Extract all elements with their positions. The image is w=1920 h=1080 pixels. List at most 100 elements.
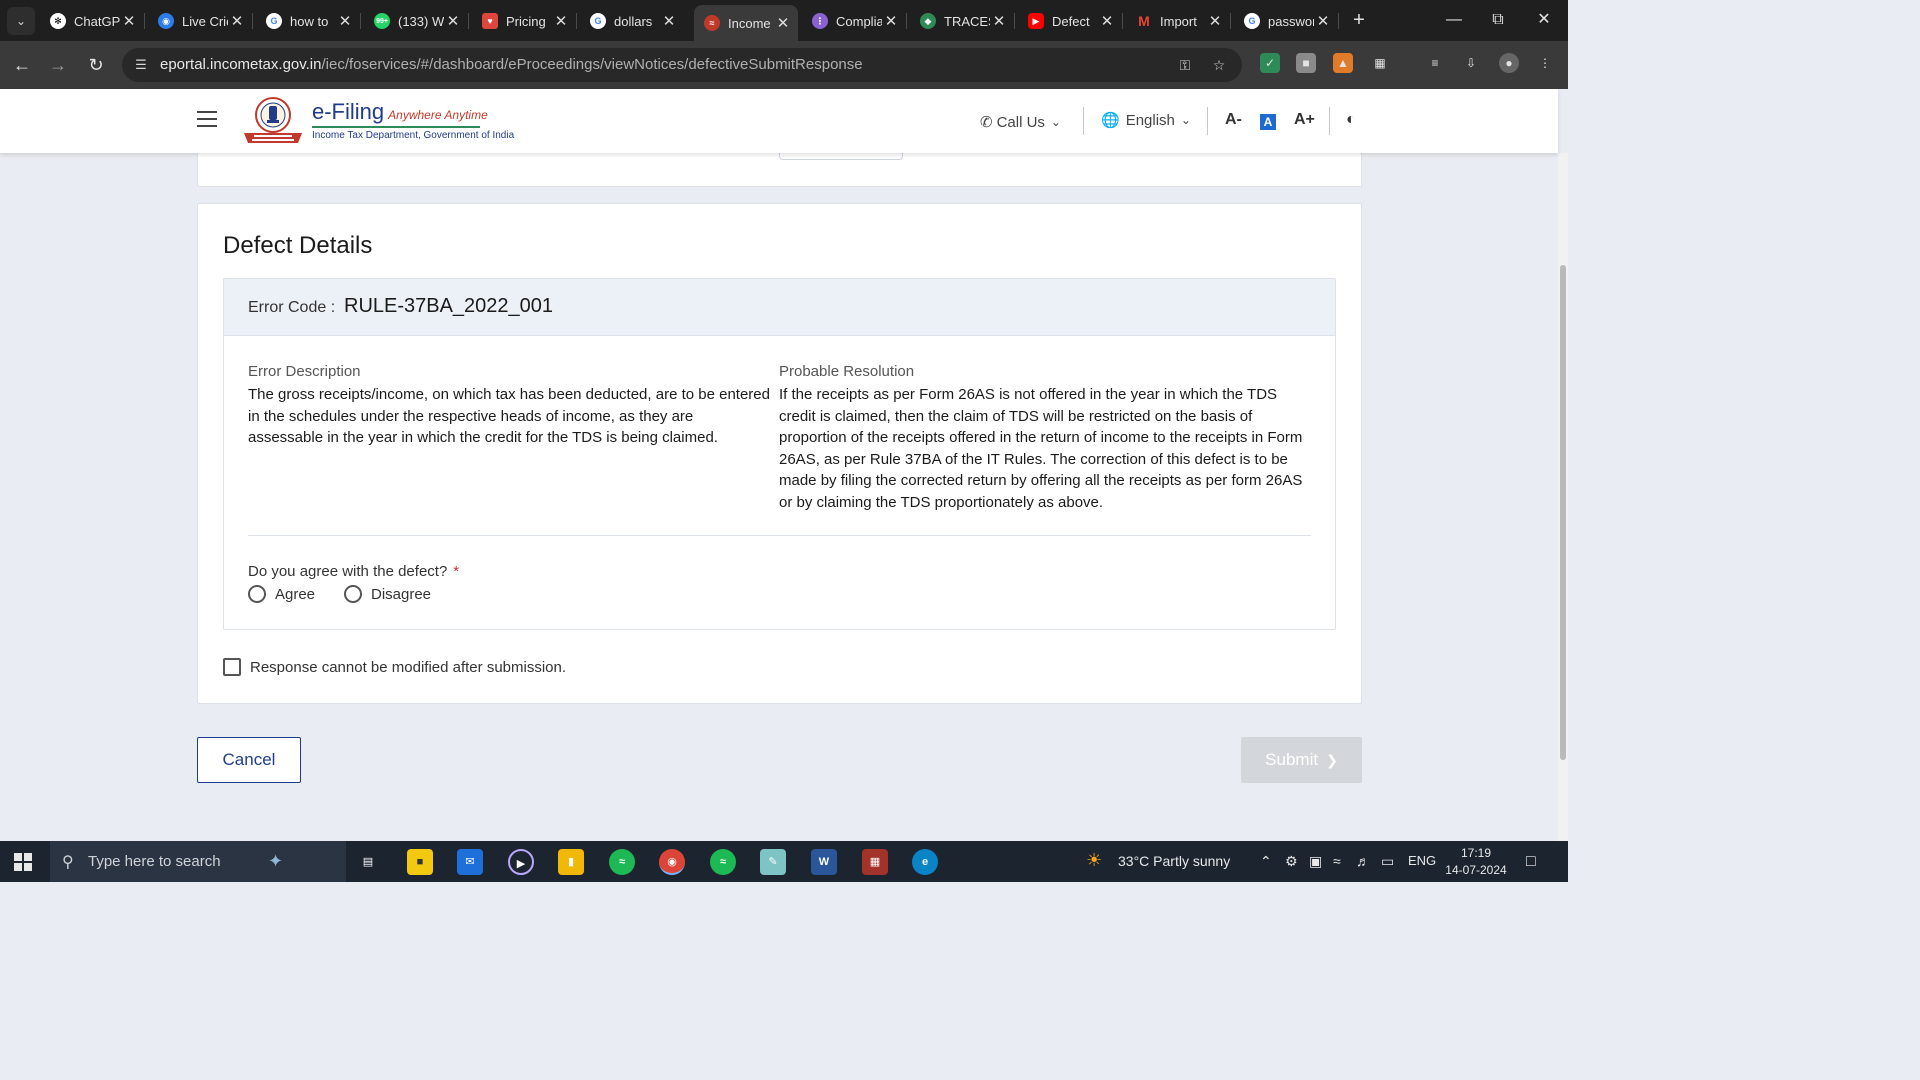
mail-icon[interactable]: ✉ bbox=[457, 849, 483, 875]
tab-close-icon[interactable]: ✕ bbox=[1098, 12, 1116, 30]
efiling-brand[interactable]: e-Filing Anywhere Anytime Income Tax Depa… bbox=[312, 99, 514, 141]
taskbar-clock[interactable]: 17:19 14-07-2024 bbox=[1440, 845, 1512, 879]
volume-icon[interactable]: ♬ bbox=[1356, 853, 1370, 869]
browser-menu-icon[interactable]: ⋮ bbox=[1535, 53, 1555, 73]
adblock-shield-icon[interactable]: ✓ bbox=[1260, 53, 1280, 73]
back-arrow-icon[interactable]: ← bbox=[10, 53, 34, 77]
window-close-icon[interactable]: ✕ bbox=[1532, 8, 1556, 32]
tab-close-icon[interactable]: ✕ bbox=[120, 12, 138, 30]
task-view-icon[interactable]: ▤ bbox=[355, 849, 381, 875]
edge-icon[interactable]: e bbox=[912, 849, 938, 875]
url-text[interactable]: eportal.incometax.gov.in/iec/foservices/… bbox=[160, 56, 863, 73]
agree-question-label: Do you agree with the defect? * bbox=[248, 563, 460, 580]
battery-icon[interactable]: ▭ bbox=[1381, 853, 1394, 870]
weather-text[interactable]: 33°C Partly sunny bbox=[1118, 853, 1230, 869]
profile-avatar[interactable]: ● bbox=[1499, 53, 1519, 73]
agree-radio[interactable]: Agree bbox=[248, 585, 315, 603]
tab-close-icon[interactable]: ✕ bbox=[552, 12, 570, 30]
download-icon[interactable]: ⇩ bbox=[1461, 53, 1481, 73]
disagree-label[interactable]: Disagree bbox=[371, 586, 431, 603]
tab-search-chevron-icon[interactable]: ⌄ bbox=[7, 7, 35, 35]
tab-close-icon[interactable]: ✕ bbox=[660, 12, 678, 30]
winrar-icon[interactable]: ▦ bbox=[862, 849, 888, 875]
income-tax-emblem-logo[interactable] bbox=[240, 95, 306, 147]
word-icon[interactable]: W bbox=[811, 849, 837, 875]
browser-tab[interactable]: G how to ✕ bbox=[256, 5, 361, 37]
chrome-icon[interactable]: ◉ bbox=[659, 849, 685, 875]
browser-tab[interactable]: G password ✕ bbox=[1234, 5, 1339, 37]
extension-icon[interactable]: ■ bbox=[1296, 53, 1316, 73]
tab-close-icon[interactable]: ✕ bbox=[228, 12, 246, 30]
radio-circle-icon[interactable] bbox=[344, 585, 362, 603]
spotify-icon[interactable]: ≈ bbox=[710, 849, 736, 875]
cancel-button[interactable]: Cancel bbox=[197, 737, 301, 783]
weather-sun-icon[interactable]: ☀ bbox=[1086, 850, 1102, 871]
browser-tab[interactable]: ◆ TRACES ✕ bbox=[910, 5, 1015, 37]
tray-chevron-up-icon[interactable]: ⌃ bbox=[1260, 853, 1272, 870]
browser-tab[interactable]: G dollars ✕ bbox=[580, 5, 684, 37]
password-key-icon[interactable]: ⚿ bbox=[1176, 56, 1194, 74]
notepad-icon[interactable]: ✎ bbox=[760, 849, 786, 875]
wifi-icon[interactable]: ≈ bbox=[1333, 853, 1341, 869]
font-increase-icon[interactable]: A+ bbox=[1294, 111, 1315, 129]
site-settings-icon[interactable]: ☰ bbox=[132, 56, 150, 74]
taskbar-search-box[interactable]: ⚲ Type here to search ✦ bbox=[50, 841, 346, 882]
error-code-value: RULE-37BA_2022_001 bbox=[344, 295, 554, 317]
minimize-icon[interactable]: — bbox=[1442, 8, 1466, 32]
hamburger-menu-icon[interactable] bbox=[197, 111, 217, 127]
tab-title: Live Cricket bbox=[182, 13, 228, 29]
forward-arrow-icon[interactable]: → bbox=[46, 53, 70, 77]
tab-close-icon[interactable]: ✕ bbox=[882, 12, 900, 30]
font-decrease-icon[interactable]: A- bbox=[1225, 111, 1242, 129]
submit-button[interactable]: Submit ❯ bbox=[1241, 737, 1362, 783]
tab-close-icon[interactable]: ✕ bbox=[990, 12, 1008, 30]
browser-tab[interactable]: ♥ Pricing ✕ bbox=[472, 5, 577, 37]
file-explorer-icon[interactable]: ▮ bbox=[558, 849, 584, 875]
browser-tab[interactable]: 99+ (133) WhatsApp ✕ bbox=[364, 5, 469, 37]
browser-tab-active[interactable]: ≈ Income Tax ✕ bbox=[694, 5, 798, 41]
browser-tab[interactable]: ◉ Live Cricket ✕ bbox=[148, 5, 253, 37]
browser-toolbar: ← → ↻ ☰ eportal.incometax.gov.in/iec/fos… bbox=[0, 41, 1568, 89]
radio-circle-icon[interactable] bbox=[248, 585, 266, 603]
bookmark-star-icon[interactable]: ☆ bbox=[1210, 56, 1228, 74]
call-us-dropdown[interactable]: ✆ Call Us ⌄ bbox=[980, 113, 1061, 132]
page-scrollbar[interactable] bbox=[1558, 153, 1568, 841]
metamask-fox-icon[interactable]: ▲ bbox=[1333, 53, 1353, 73]
browser-tab[interactable]: ✻ ChatGPT ✕ bbox=[40, 5, 145, 37]
media-queue-icon[interactable]: ≡ bbox=[1425, 53, 1445, 73]
browser-tab[interactable]: M Import ✕ bbox=[1126, 5, 1231, 37]
extensions-puzzle-icon[interactable]: ▦ bbox=[1370, 53, 1390, 73]
scrollbar-thumb[interactable] bbox=[1560, 265, 1566, 760]
address-bar[interactable]: ☰ eportal.incometax.gov.in/iec/foservice… bbox=[122, 48, 1242, 82]
agree-label[interactable]: Agree bbox=[275, 586, 315, 603]
restore-icon[interactable]: ⧉ bbox=[1486, 8, 1510, 32]
browser-tab[interactable]: ▶ Defect ✕ bbox=[1018, 5, 1123, 37]
clock-time: 17:19 bbox=[1460, 846, 1492, 860]
confirm-checkbox-label[interactable]: Response cannot be modified after submis… bbox=[250, 659, 566, 676]
phone-icon: ✆ bbox=[980, 114, 993, 131]
media-player-icon[interactable]: ▶ bbox=[508, 849, 534, 875]
defect-details-card: Defect Details Error Code : RULE-37BA_20… bbox=[197, 203, 1362, 704]
confirm-checkbox-row[interactable]: Response cannot be modified after submis… bbox=[223, 658, 566, 676]
input-language[interactable]: ENG bbox=[1408, 853, 1436, 868]
tab-close-icon[interactable]: ✕ bbox=[444, 12, 462, 30]
windows-start-icon[interactable] bbox=[14, 853, 32, 871]
tab-close-icon[interactable]: ✕ bbox=[774, 14, 792, 32]
disagree-radio[interactable]: Disagree bbox=[344, 585, 431, 603]
sticky-notes-icon[interactable]: ■ bbox=[407, 849, 433, 875]
chatgpt-icon: ✻ bbox=[50, 13, 66, 29]
tab-close-icon[interactable]: ✕ bbox=[1314, 12, 1332, 30]
language-dropdown[interactable]: 🌐 English ⌄ bbox=[1101, 111, 1191, 130]
browser-tab[interactable]: ⋮ Compliance ✕ bbox=[802, 5, 907, 37]
font-default-icon[interactable]: A bbox=[1260, 114, 1276, 130]
tab-close-icon[interactable]: ✕ bbox=[336, 12, 354, 30]
tray-app-icon[interactable]: ⚙ bbox=[1285, 853, 1298, 870]
tab-close-icon[interactable]: ✕ bbox=[1206, 12, 1224, 30]
new-tab-plus-icon[interactable]: + bbox=[1348, 9, 1370, 31]
confirm-checkbox[interactable] bbox=[223, 658, 241, 676]
tray-display-icon[interactable]: ▣ bbox=[1309, 853, 1322, 870]
reload-icon[interactable]: ↻ bbox=[84, 53, 108, 77]
notifications-icon[interactable]: □ bbox=[1526, 853, 1536, 871]
spotify-icon[interactable]: ≈ bbox=[609, 849, 635, 875]
contrast-toggle-icon[interactable]: ◐ bbox=[1346, 111, 1356, 129]
